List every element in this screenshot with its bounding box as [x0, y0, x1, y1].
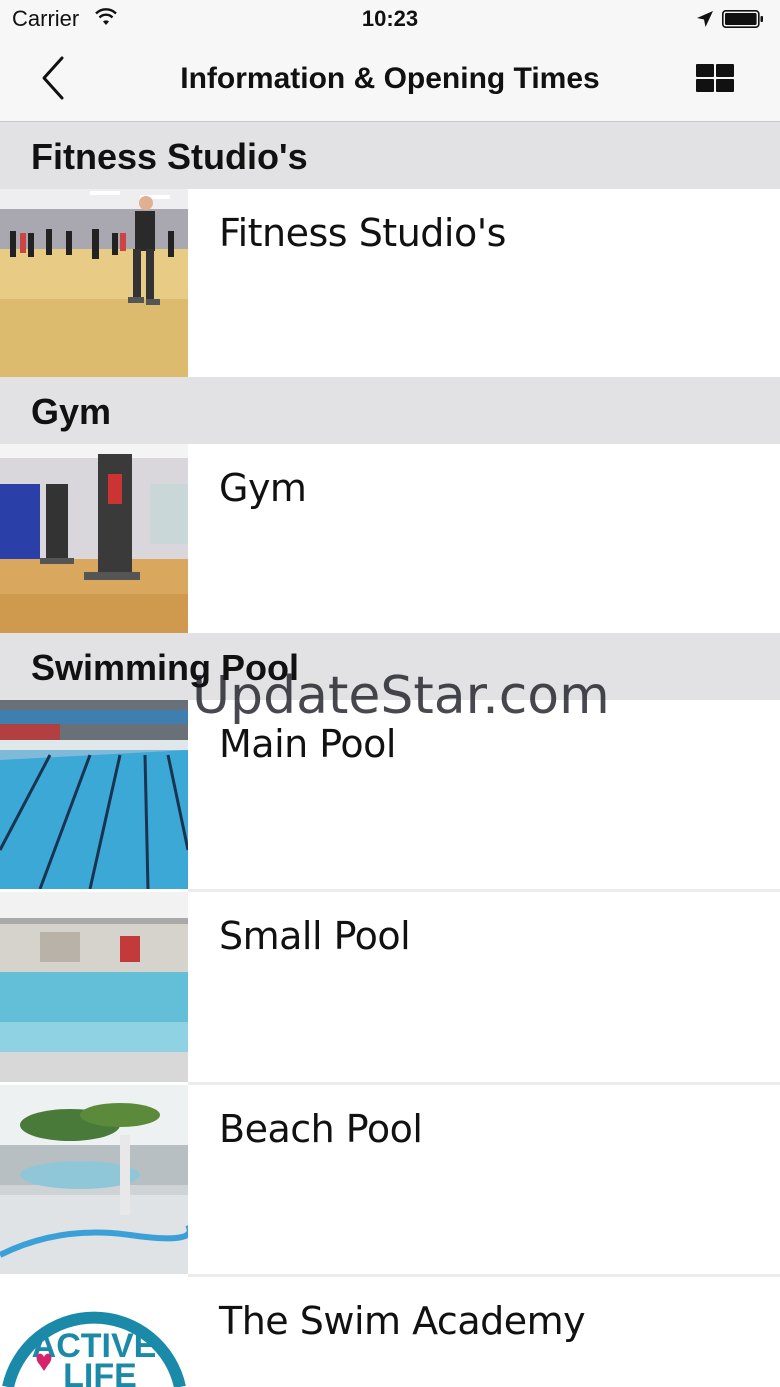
battery-icon: [722, 10, 763, 28]
item-label: The Swim Academy: [219, 1299, 586, 1343]
page-title: Information & Opening Times: [180, 62, 600, 95]
item-label: Gym: [219, 466, 307, 510]
list-item-beach-pool[interactable]: Beach Pool: [0, 1085, 780, 1274]
section-title: Gym: [31, 391, 112, 432]
list-item-gym[interactable]: Gym: [0, 444, 780, 633]
list-item-main-pool[interactable]: Main Pool: [0, 700, 780, 889]
active-life-logo: ACTIVE LIFE: [0, 1277, 188, 1387]
navigation-bar: Information & Opening Times: [0, 40, 780, 122]
item-label: Main Pool: [219, 722, 396, 766]
list-item-swim-academy[interactable]: ACTIVE LIFE The Swim Academy: [0, 1277, 780, 1387]
clock-time: 10:23: [361, 6, 419, 31]
location-arrow-icon: [697, 11, 713, 27]
watermark: UpdateStar.com: [192, 666, 610, 726]
item-label: Beach Pool: [219, 1107, 423, 1151]
section-header-gym: Gym: [0, 377, 780, 444]
list-item-fitness-studios[interactable]: Fitness Studio's: [0, 189, 780, 377]
gym-thumbnail: [0, 444, 188, 633]
item-label: Small Pool: [219, 914, 411, 958]
section-header-fitness: Fitness Studio's: [0, 122, 780, 189]
item-label: Fitness Studio's: [219, 211, 506, 255]
status-bar: Carrier 10:23: [0, 0, 780, 40]
small-pool-thumbnail: [0, 892, 188, 1082]
fitness-studio-thumbnail: [0, 189, 188, 377]
main-pool-thumbnail: [0, 700, 188, 889]
section-title: Fitness Studio's: [31, 136, 308, 177]
grid-menu-button[interactable]: [696, 64, 736, 94]
logo-text-life: LIFE: [63, 1357, 137, 1387]
list-item-small-pool[interactable]: Small Pool: [0, 892, 780, 1082]
beach-pool-thumbnail: [0, 1085, 188, 1274]
